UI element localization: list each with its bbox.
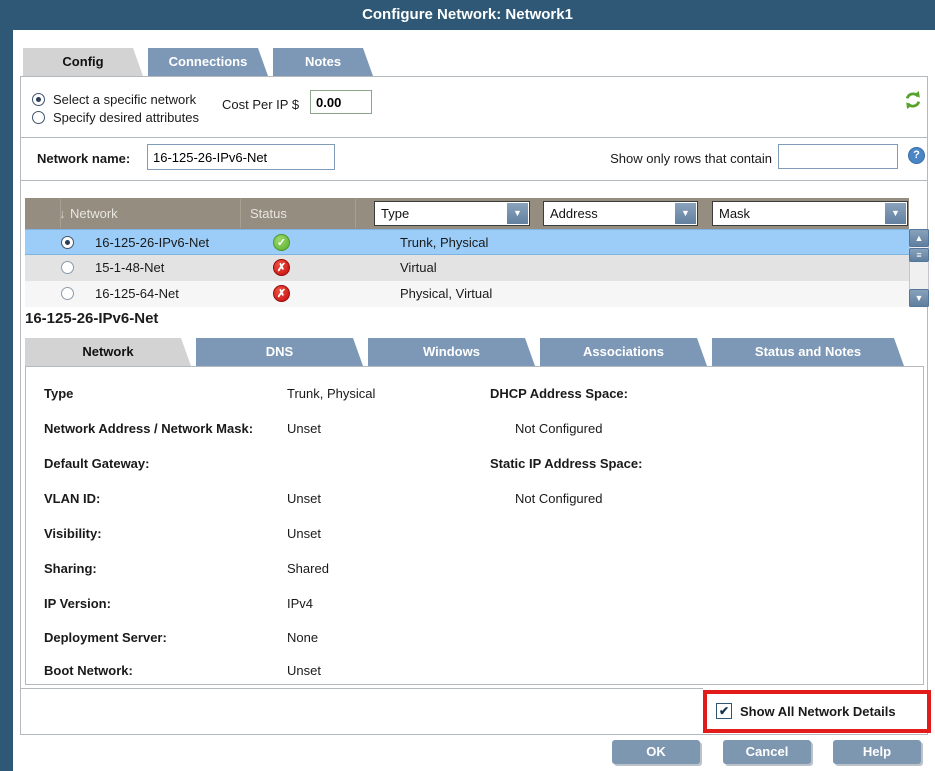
ok-button[interactable]: OK: [612, 740, 700, 764]
chevron-down-icon[interactable]: ▼: [675, 203, 696, 224]
detail-label: VLAN ID:: [44, 491, 100, 506]
row-network-type: Trunk, Physical: [400, 230, 488, 256]
dialog-titlebar: Configure Network: Network1: [0, 0, 935, 30]
detail-value: Unset: [287, 421, 321, 436]
cost-per-ip-input[interactable]: [310, 90, 372, 114]
tab-notes[interactable]: Notes: [273, 48, 373, 76]
chevron-down-icon[interactable]: ▼: [507, 203, 528, 224]
show-all-network-details-label: Show All Network Details: [740, 694, 896, 729]
tab-windows[interactable]: Windows: [368, 338, 535, 366]
row-network-type: Physical, Virtual: [400, 281, 492, 307]
scrollbar-thumb[interactable]: ≡: [909, 248, 929, 262]
type-filter-value: Type: [381, 202, 409, 225]
tab-dns[interactable]: DNS: [196, 338, 363, 366]
radio-specify-desired-attributes-label: Specify desired attributes: [53, 110, 199, 125]
detail-label: Sharing:: [44, 561, 97, 576]
divider: [60, 199, 61, 228]
status-error-icon: ✗: [273, 285, 290, 302]
radio-select-specific-network[interactable]: [32, 93, 45, 106]
detail-label: DHCP Address Space:: [490, 386, 628, 401]
detail-value: Shared: [287, 561, 329, 576]
detail-value: Unset: [287, 491, 321, 506]
table-row[interactable]: 16-125-26-IPv6-Net ✓ Trunk, Physical: [25, 229, 909, 255]
cost-per-ip-label: Cost Per IP $: [222, 97, 299, 112]
detail-label: IP Version:: [44, 596, 111, 611]
scroll-up-icon[interactable]: ▲: [909, 229, 929, 247]
radio-select-specific-network-label: Select a specific network: [53, 92, 196, 107]
type-filter-dropdown[interactable]: Type ▼: [374, 201, 530, 226]
network-table-header: ↓ Network Status Type ▼ Address ▼ Mask ▼: [25, 198, 909, 229]
detail-value: None: [287, 630, 318, 645]
detail-label: Boot Network:: [44, 663, 133, 678]
filter-rows-label: Show only rows that contain: [560, 151, 772, 166]
help-button[interactable]: Help: [833, 740, 921, 764]
row-network-type: Virtual: [400, 255, 437, 281]
tab-status-and-notes[interactable]: Status and Notes: [712, 338, 904, 366]
status-ok-icon: ✓: [273, 234, 290, 251]
row-network-name: 16-125-64-Net: [95, 281, 179, 307]
tab-associations[interactable]: Associations: [540, 338, 707, 366]
detail-value: Not Configured: [515, 491, 602, 506]
tab-connections[interactable]: Connections: [148, 48, 268, 76]
detail-label: Visibility:: [44, 526, 102, 541]
table-row[interactable]: 16-125-64-Net ✗ Physical, Virtual: [25, 281, 909, 307]
cancel-button[interactable]: Cancel: [723, 740, 811, 764]
divider: [355, 199, 356, 228]
detail-value: IPv4: [287, 596, 313, 611]
row-network-name: 15-1-48-Net: [95, 255, 164, 281]
radio-specify-desired-attributes[interactable]: [32, 111, 45, 124]
selected-network-heading: 16-125-26-IPv6-Net: [25, 310, 158, 327]
mask-filter-dropdown[interactable]: Mask ▼: [712, 201, 908, 226]
detail-value: Unset: [287, 663, 321, 678]
help-icon[interactable]: ?: [908, 147, 925, 164]
network-name-label: Network name:: [37, 151, 130, 166]
divider: [240, 199, 241, 228]
row-radio[interactable]: [61, 287, 74, 300]
address-filter-dropdown[interactable]: Address ▼: [543, 201, 698, 226]
chevron-down-icon[interactable]: ▼: [885, 203, 906, 224]
detail-label: Network Address / Network Mask:: [44, 421, 253, 436]
scroll-down-icon[interactable]: ▼: [909, 289, 929, 307]
detail-label: Deployment Server:: [44, 630, 167, 645]
detail-value: Not Configured: [515, 421, 602, 436]
dialog-title: Configure Network: Network1: [362, 6, 573, 23]
detail-label: Type: [44, 386, 73, 401]
tab-network[interactable]: Network: [25, 338, 191, 366]
column-header-network[interactable]: Network: [70, 198, 118, 229]
mask-filter-value: Mask: [719, 202, 750, 225]
tab-config[interactable]: Config: [23, 48, 143, 76]
row-network-name: 16-125-26-IPv6-Net: [95, 230, 209, 256]
divider: [20, 137, 928, 138]
row-radio[interactable]: [61, 261, 74, 274]
row-radio-selected[interactable]: [61, 236, 74, 249]
configure-network-dialog: Configure Network: Network1 Config Conne…: [0, 0, 935, 771]
table-row[interactable]: 15-1-48-Net ✗ Virtual: [25, 255, 909, 281]
detail-label: Static IP Address Space:: [490, 456, 642, 471]
refresh-icon[interactable]: [903, 90, 923, 110]
detail-label: Default Gateway:: [44, 456, 149, 471]
detail-value: Unset: [287, 526, 321, 541]
divider: [20, 688, 703, 689]
column-header-status[interactable]: Status: [250, 198, 287, 229]
detail-value: Trunk, Physical: [287, 386, 375, 401]
address-filter-value: Address: [550, 202, 598, 225]
divider: [20, 180, 928, 181]
network-name-input[interactable]: [147, 144, 335, 170]
filter-rows-input[interactable]: [778, 144, 898, 169]
show-all-network-details-checkbox[interactable]: ✔: [716, 703, 732, 719]
status-error-icon: ✗: [273, 259, 290, 276]
highlight-rectangle: ✔ Show All Network Details: [703, 690, 931, 733]
background-strip: [0, 30, 13, 771]
